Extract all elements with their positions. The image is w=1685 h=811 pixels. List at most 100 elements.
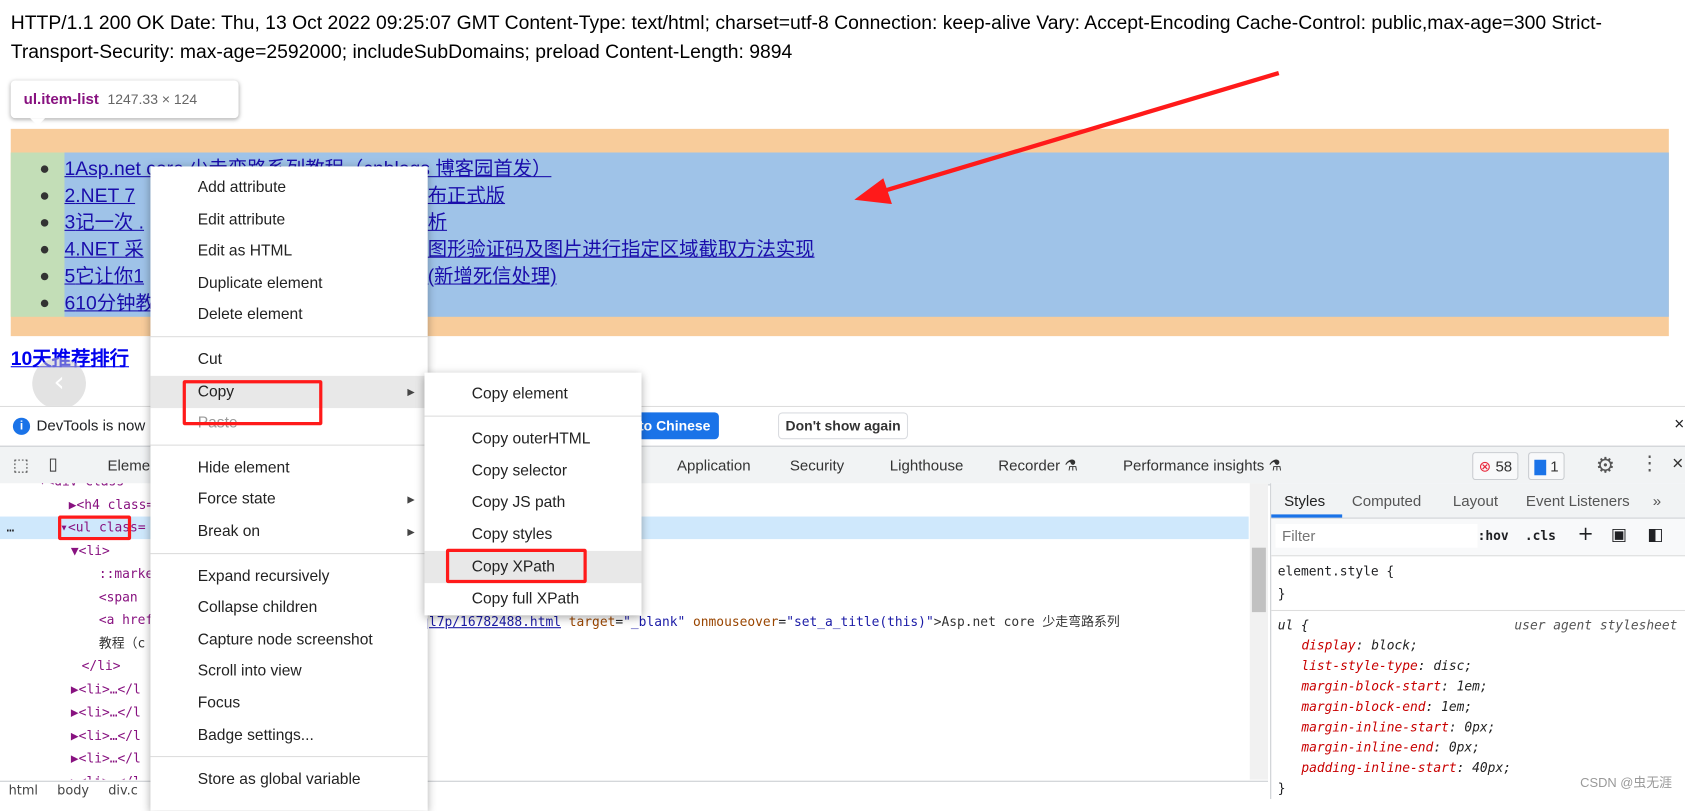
attr-value: "_blank" xyxy=(623,614,686,630)
context-menu-item-force-state[interactable]: Force state ▶ xyxy=(150,484,427,516)
css-value: 0px; xyxy=(1448,739,1480,755)
context-menu-item-focus[interactable]: Focus xyxy=(150,687,427,719)
context-menu-item-delete-element[interactable]: Delete element xyxy=(150,299,427,331)
attr-value: "set_a_title(this)" xyxy=(786,614,934,630)
tree-row[interactable]: ▾<div class= xyxy=(0,483,132,493)
menu-item-label: Force state xyxy=(197,491,276,509)
menu-separator xyxy=(150,756,428,758)
tree-row[interactable]: ▶<li>…</l xyxy=(0,701,141,724)
menu-item-label: Capture node screenshot xyxy=(197,631,373,649)
annotation-box-copy xyxy=(182,380,323,426)
infobar-text: DevTools is now xyxy=(36,416,146,434)
context-menu-item-capture-node-screenshot[interactable]: Capture node screenshot xyxy=(150,624,427,656)
tab-styles[interactable]: Styles xyxy=(1284,492,1325,509)
styles-filter-input[interactable] xyxy=(1275,524,1478,548)
tree-row[interactable]: ::marker xyxy=(0,563,161,586)
css-value: disc; xyxy=(1433,658,1473,674)
close-icon[interactable]: × xyxy=(1674,416,1684,435)
menu-item-label: Edit as HTML xyxy=(197,242,293,261)
tree-row[interactable]: ▼<li> xyxy=(0,540,110,563)
cls-toggle[interactable]: .cls xyxy=(1525,528,1556,543)
submenu-item-copy-full-xpath[interactable]: Copy full XPath xyxy=(424,583,641,615)
close-devtools-icon[interactable]: × xyxy=(1672,452,1683,475)
tab-layout[interactable]: Layout xyxy=(1453,492,1498,509)
submenu-item-copy-outerhtml[interactable]: Copy outerHTML xyxy=(424,423,641,455)
hov-toggle[interactable]: :hov xyxy=(1478,528,1509,543)
submenu-item-copy-js-path[interactable]: Copy JS path xyxy=(424,487,641,519)
context-menu-item-badge-settings[interactable]: Badge settings... xyxy=(150,719,427,751)
context-menu-item-collapse-children[interactable]: Collapse children xyxy=(150,592,427,624)
menu-item-label: Expand recursively xyxy=(197,567,330,585)
tab-recorder-label: Recorder xyxy=(998,456,1061,474)
tab-computed[interactable]: Computed xyxy=(1352,492,1421,509)
context-menu-item-edit-attribute[interactable]: Edit attribute xyxy=(150,204,427,236)
context-menu-item-add-attribute[interactable]: Add attribute xyxy=(150,172,427,204)
tree-row[interactable]: <a href xyxy=(0,609,153,632)
menu-separator xyxy=(424,415,642,417)
styles-pane: Styles Computed Layout Event Listeners »… xyxy=(1270,483,1685,799)
tree-row[interactable]: 教程（c xyxy=(0,632,145,655)
more-options-icon[interactable]: ⋮ xyxy=(1640,452,1659,475)
menu-item-label: Copy outerHTML xyxy=(471,430,591,448)
tree-row[interactable]: ▶<li>…</l xyxy=(0,724,141,747)
submenu-item-copy-element[interactable]: Copy element xyxy=(424,378,641,410)
tab-lighthouse[interactable]: Lighthouse xyxy=(890,456,964,473)
context-menu-item-hide-element[interactable]: Hide element xyxy=(150,452,427,484)
css-value: 0px; xyxy=(1464,719,1496,735)
elements-scrollbar[interactable] xyxy=(1249,483,1269,780)
scrollbar-thumb[interactable] xyxy=(1251,547,1266,613)
tree-row[interactable]: ▶<li>…</l xyxy=(0,678,141,701)
errors-badge[interactable]: ⊗ 58 xyxy=(1472,452,1519,481)
context-menu-item-store-as-global-variable[interactable]: Store as global variable xyxy=(150,764,427,796)
dont-show-again-button[interactable]: Don't show again xyxy=(778,412,909,440)
menu-item-label: Badge settings... xyxy=(197,726,314,744)
css-colon: : xyxy=(1417,658,1434,674)
context-menu-item-edit-as-html[interactable]: Edit as HTML xyxy=(150,235,427,267)
css-colon: : xyxy=(1456,760,1473,776)
menu-item-label: Delete element xyxy=(197,306,303,324)
context-menu-item-scroll-into-view[interactable]: Scroll into view xyxy=(150,655,427,687)
errors-count: 58 xyxy=(1495,457,1513,475)
arrow-head xyxy=(854,178,892,205)
tab-recorder[interactable]: Recorder ⚗ xyxy=(998,456,1078,474)
context-menu-item-duplicate-element[interactable]: Duplicate element xyxy=(150,267,427,299)
submenu-item-copy-styles[interactable]: Copy styles xyxy=(424,519,641,551)
css-colon: : xyxy=(1425,699,1442,715)
submenu-item-copy-selector[interactable]: Copy selector xyxy=(424,455,641,487)
context-menu-item-expand-recursively[interactable]: Expand recursively xyxy=(150,560,427,592)
menu-item-label: Cut xyxy=(197,351,222,369)
tab-security[interactable]: Security xyxy=(790,456,844,473)
menu-item-label: Copy full XPath xyxy=(471,590,580,608)
gear-icon[interactable]: ⚙ xyxy=(1596,452,1615,479)
context-menu-item-break-on[interactable]: Break on ▶ xyxy=(150,515,427,547)
paint-brush-icon[interactable]: ▣ xyxy=(1611,524,1627,544)
tree-row[interactable]: <span xyxy=(0,586,138,609)
messages-badge[interactable]: ▇ 1 xyxy=(1528,452,1566,481)
tree-row[interactable]: ▶<li>…</l xyxy=(0,747,141,770)
tab-event-listeners[interactable]: Event Listeners xyxy=(1526,492,1630,509)
arrow-line xyxy=(875,70,1280,196)
tree-row[interactable]: ▶<h4 class= xyxy=(0,493,154,516)
css-declaration[interactable]: margin-inline-end: 0px; xyxy=(1278,738,1680,758)
css-declaration[interactable]: display: block; xyxy=(1278,636,1680,656)
css-declaration[interactable]: margin-inline-start: 0px; xyxy=(1278,717,1680,737)
css-declaration[interactable]: list-style-type: disc; xyxy=(1278,656,1680,676)
tree-row[interactable]: ▶<li>…</l xyxy=(0,771,141,780)
device-toolbar-icon[interactable]: ▯ xyxy=(48,453,57,474)
css-declaration[interactable]: margin-block-end: 1em; xyxy=(1278,697,1680,717)
toggle-sidebar-icon[interactable]: ◧ xyxy=(1647,524,1663,544)
context-menu-item-cut[interactable]: Cut xyxy=(150,344,427,376)
more-tabs-icon[interactable]: » xyxy=(1653,492,1661,509)
css-property: display xyxy=(1301,637,1356,653)
menu-item-label: Break on xyxy=(197,522,261,541)
tab-performance-insights[interactable]: Performance insights ⚗ xyxy=(1123,456,1282,474)
crumb-html[interactable]: html xyxy=(9,783,38,798)
crumb-div[interactable]: div.c xyxy=(108,783,138,798)
tree-row[interactable]: </li> xyxy=(0,655,121,678)
new-rule-icon[interactable]: + xyxy=(1578,523,1594,546)
css-declaration[interactable]: margin-block-start: 1em; xyxy=(1278,677,1680,697)
tab-application[interactable]: Application xyxy=(677,456,751,473)
inspect-element-icon[interactable]: ⬚ xyxy=(13,454,29,475)
crumb-body[interactable]: body xyxy=(57,783,89,798)
href-link[interactable]: ql7p/16782488.html xyxy=(421,614,561,629)
